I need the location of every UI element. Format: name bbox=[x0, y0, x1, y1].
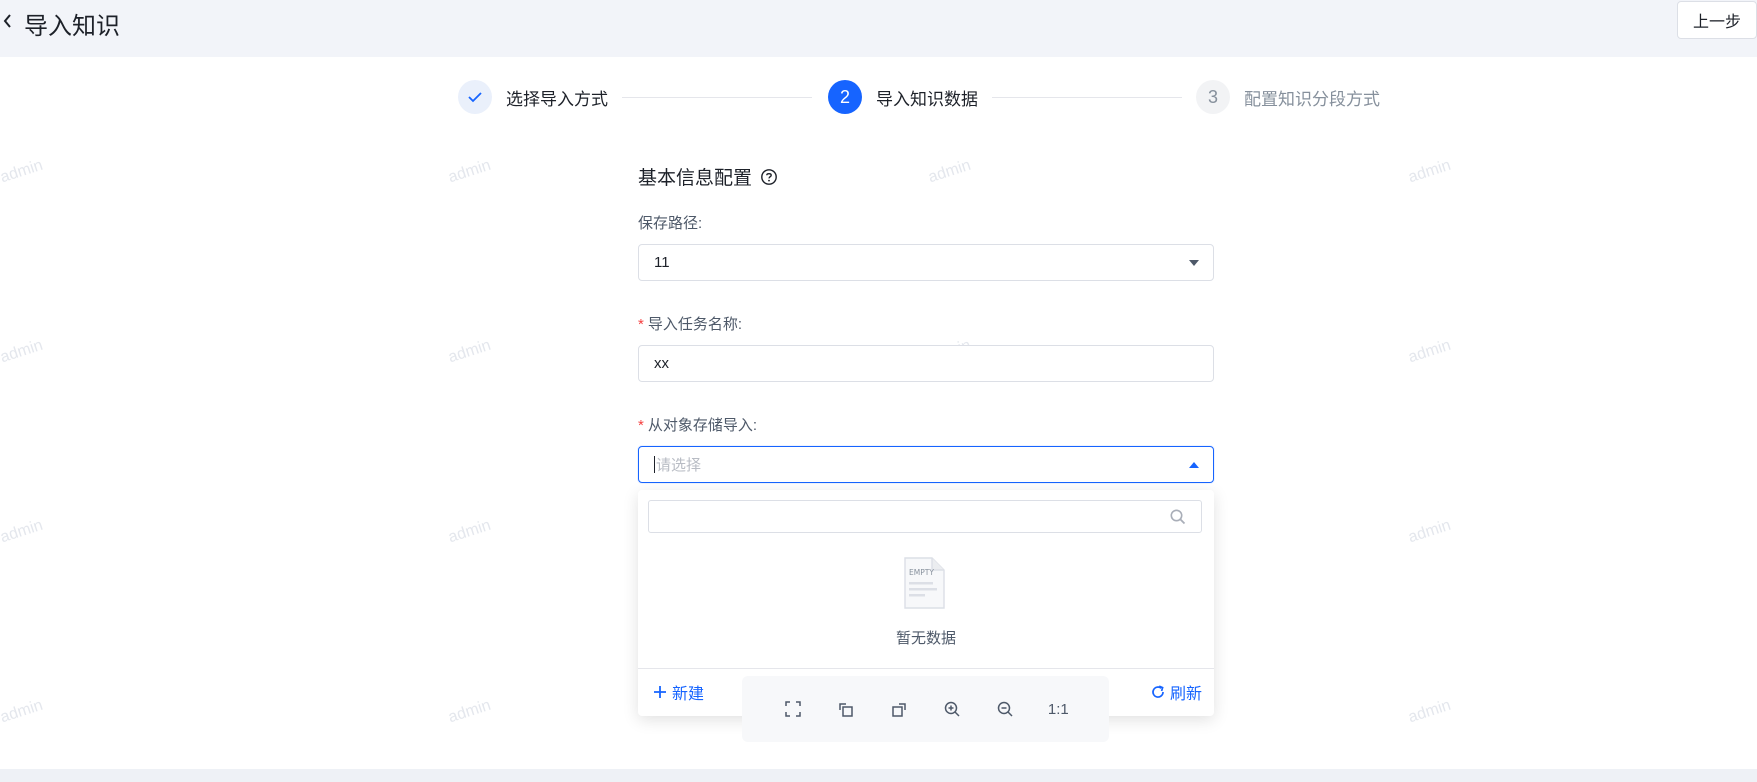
required-marker: * bbox=[638, 417, 644, 434]
step-connector bbox=[992, 97, 1182, 98]
task-name-label-text: 导入任务名称: bbox=[647, 316, 743, 333]
object-storage-placeholder: 请选择 bbox=[656, 457, 702, 474]
check-icon bbox=[458, 80, 492, 114]
svg-text:EMPTY: EMPTY bbox=[909, 568, 934, 577]
save-path-select[interactable]: 11 bbox=[638, 244, 1214, 281]
step-label: 选择导入方式 bbox=[506, 89, 608, 109]
viewer-toolbar: 1:1 bbox=[742, 676, 1109, 742]
object-storage-label-text: 从对象存储导入: bbox=[647, 417, 758, 434]
refresh-icon bbox=[1150, 684, 1166, 700]
rotate-right-icon[interactable] bbox=[886, 696, 912, 722]
object-storage-label: * 从对象存储导入: bbox=[638, 414, 757, 435]
rotate-left-icon[interactable] bbox=[833, 696, 859, 722]
bottom-strip bbox=[0, 769, 1757, 782]
section-title: 基本信息配置 bbox=[638, 163, 778, 190]
top-bar: 导入知识 上一步 bbox=[0, 0, 1757, 57]
required-marker: * bbox=[638, 316, 644, 333]
dropdown-search-input[interactable] bbox=[648, 500, 1202, 533]
page-title: 导入知识 bbox=[24, 13, 120, 40]
empty-document-icon: EMPTY bbox=[902, 556, 946, 610]
step-connector bbox=[622, 97, 812, 98]
new-button[interactable]: 新建 bbox=[652, 680, 704, 704]
step-1: 选择导入方式 bbox=[458, 80, 608, 114]
step-label: 导入知识数据 bbox=[876, 89, 978, 109]
step-2: 2 导入知识数据 bbox=[828, 80, 978, 114]
step-label: 配置知识分段方式 bbox=[1244, 89, 1380, 109]
text-caret bbox=[654, 456, 655, 473]
zoom-out-icon[interactable] bbox=[992, 696, 1018, 722]
object-storage-select[interactable]: 请选择 bbox=[638, 446, 1214, 483]
save-path-label: 保存路径: bbox=[638, 215, 703, 232]
back-chevron-icon[interactable] bbox=[0, 8, 16, 34]
chevron-up-icon bbox=[1189, 461, 1199, 468]
section-title-text: 基本信息配置 bbox=[638, 168, 753, 189]
search-icon bbox=[1169, 508, 1187, 526]
task-name-value: xx bbox=[654, 355, 669, 372]
step-number: 3 bbox=[1196, 80, 1230, 114]
task-name-label: * 导入任务名称: bbox=[638, 313, 742, 334]
fullscreen-icon[interactable] bbox=[780, 696, 806, 722]
step-number: 2 bbox=[828, 80, 862, 114]
actual-size-button[interactable]: 1:1 bbox=[1045, 696, 1071, 722]
plus-icon bbox=[652, 684, 668, 700]
new-button-label: 新建 bbox=[672, 686, 705, 703]
zoom-in-icon[interactable] bbox=[939, 696, 965, 722]
help-icon[interactable] bbox=[760, 168, 778, 186]
empty-state-text: 暂无数据 bbox=[895, 630, 956, 647]
step-3: 3 配置知识分段方式 bbox=[1196, 80, 1380, 114]
save-path-value: 11 bbox=[654, 254, 670, 271]
previous-step-button[interactable]: 上一步 bbox=[1677, 1, 1757, 39]
refresh-button-label: 刷新 bbox=[1169, 686, 1202, 703]
refresh-button[interactable]: 刷新 bbox=[1150, 680, 1202, 704]
task-name-input[interactable]: xx bbox=[638, 345, 1214, 382]
chevron-down-icon bbox=[1189, 259, 1199, 266]
dropdown-divider bbox=[638, 668, 1214, 669]
